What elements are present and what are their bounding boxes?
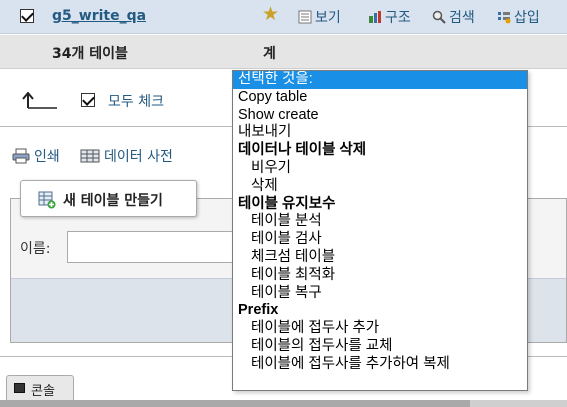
console-tab[interactable]: 콘솔 — [6, 375, 74, 400]
dropdown-option[interactable]: 테이블의 접두사를 교체 — [233, 338, 527, 356]
new-table-icon — [38, 191, 56, 209]
check-all-label[interactable]: 모두 체크 — [108, 91, 164, 111]
dropdown-group-label: Prefix — [238, 302, 279, 319]
row-checkbox[interactable] — [20, 9, 34, 23]
with-selected-dropdown[interactable]: 선택한 것을: Copy table Show create 내보내기 데이터나 테이… — [232, 70, 528, 391]
console-icon — [14, 383, 25, 393]
insert-icon — [498, 12, 511, 24]
dropdown-option[interactable]: 내보내기 — [233, 124, 527, 142]
search-action[interactable]: 검색 — [432, 7, 475, 27]
insert-label: 삽입 — [514, 10, 540, 26]
dropdown-selected-option[interactable]: 선택한 것을: — [233, 71, 527, 89]
print-label: 인쇄 — [34, 149, 60, 165]
dropdown-option[interactable]: 테이블 최적화 — [233, 267, 527, 285]
dropdown-options: Copy table Show create 내보내기 데이터나 테이블 삭제 비우기 삭… — [233, 89, 527, 374]
scrollbar-thumb[interactable] — [0, 400, 470, 407]
dropdown-option[interactable]: 테이블 분석 — [233, 213, 527, 231]
create-table-title: 새 테이블 만들기 — [63, 193, 163, 209]
browse-label: 보기 — [315, 10, 341, 26]
data-dictionary-icon — [80, 149, 100, 163]
table-count: 34개 테이블 — [52, 46, 128, 62]
favorite-star-icon[interactable]: ★ — [262, 5, 279, 24]
structure-label: 구조 — [385, 10, 411, 26]
arrow-up-icon — [22, 92, 57, 109]
check-all-checkbox[interactable] — [81, 93, 95, 107]
dropdown-option[interactable]: 비우기 — [233, 160, 527, 178]
dropdown-option[interactable]: 테이블에 접두사를 추가하여 복제 — [233, 356, 527, 374]
structure-icon — [369, 11, 381, 23]
dropdown-option[interactable]: 삭제 — [233, 178, 527, 196]
dropdown-option[interactable]: 테이블 복구 — [233, 285, 527, 303]
insert-action[interactable]: 삽입 — [497, 7, 540, 27]
table-name-link[interactable]: g5_write_qa — [52, 8, 146, 24]
dropdown-option[interactable]: 테이블 검사 — [233, 231, 527, 249]
dropdown-option[interactable]: 테이블에 접두사 추가 — [233, 320, 527, 338]
total-label: 계 — [263, 46, 276, 62]
browse-icon — [298, 10, 312, 24]
search-label: 검색 — [449, 10, 475, 26]
data-dictionary-link[interactable]: 데이터 사전 — [80, 146, 173, 166]
table-name-label: 이름: — [20, 241, 51, 257]
printer-icon — [12, 148, 30, 164]
search-icon — [432, 10, 446, 24]
print-link[interactable]: 인쇄 — [12, 146, 60, 166]
structure-action[interactable]: 구조 — [368, 7, 411, 27]
dropdown-option[interactable]: Copy table — [233, 89, 527, 107]
console-label: 콘솔 — [31, 384, 55, 399]
dropdown-group-label: 데이터나 테이블 삭제 — [238, 142, 367, 159]
dropdown-option[interactable]: Show create — [233, 107, 527, 125]
dropdown-group-label: 테이블 유지보수 — [238, 195, 336, 212]
create-table-legend: 새 테이블 만들기 — [20, 180, 197, 217]
dropdown-option[interactable]: 체크섬 테이블 — [233, 249, 527, 267]
browse-action[interactable]: 보기 — [298, 7, 341, 27]
data-dictionary-label: 데이터 사전 — [104, 149, 173, 165]
